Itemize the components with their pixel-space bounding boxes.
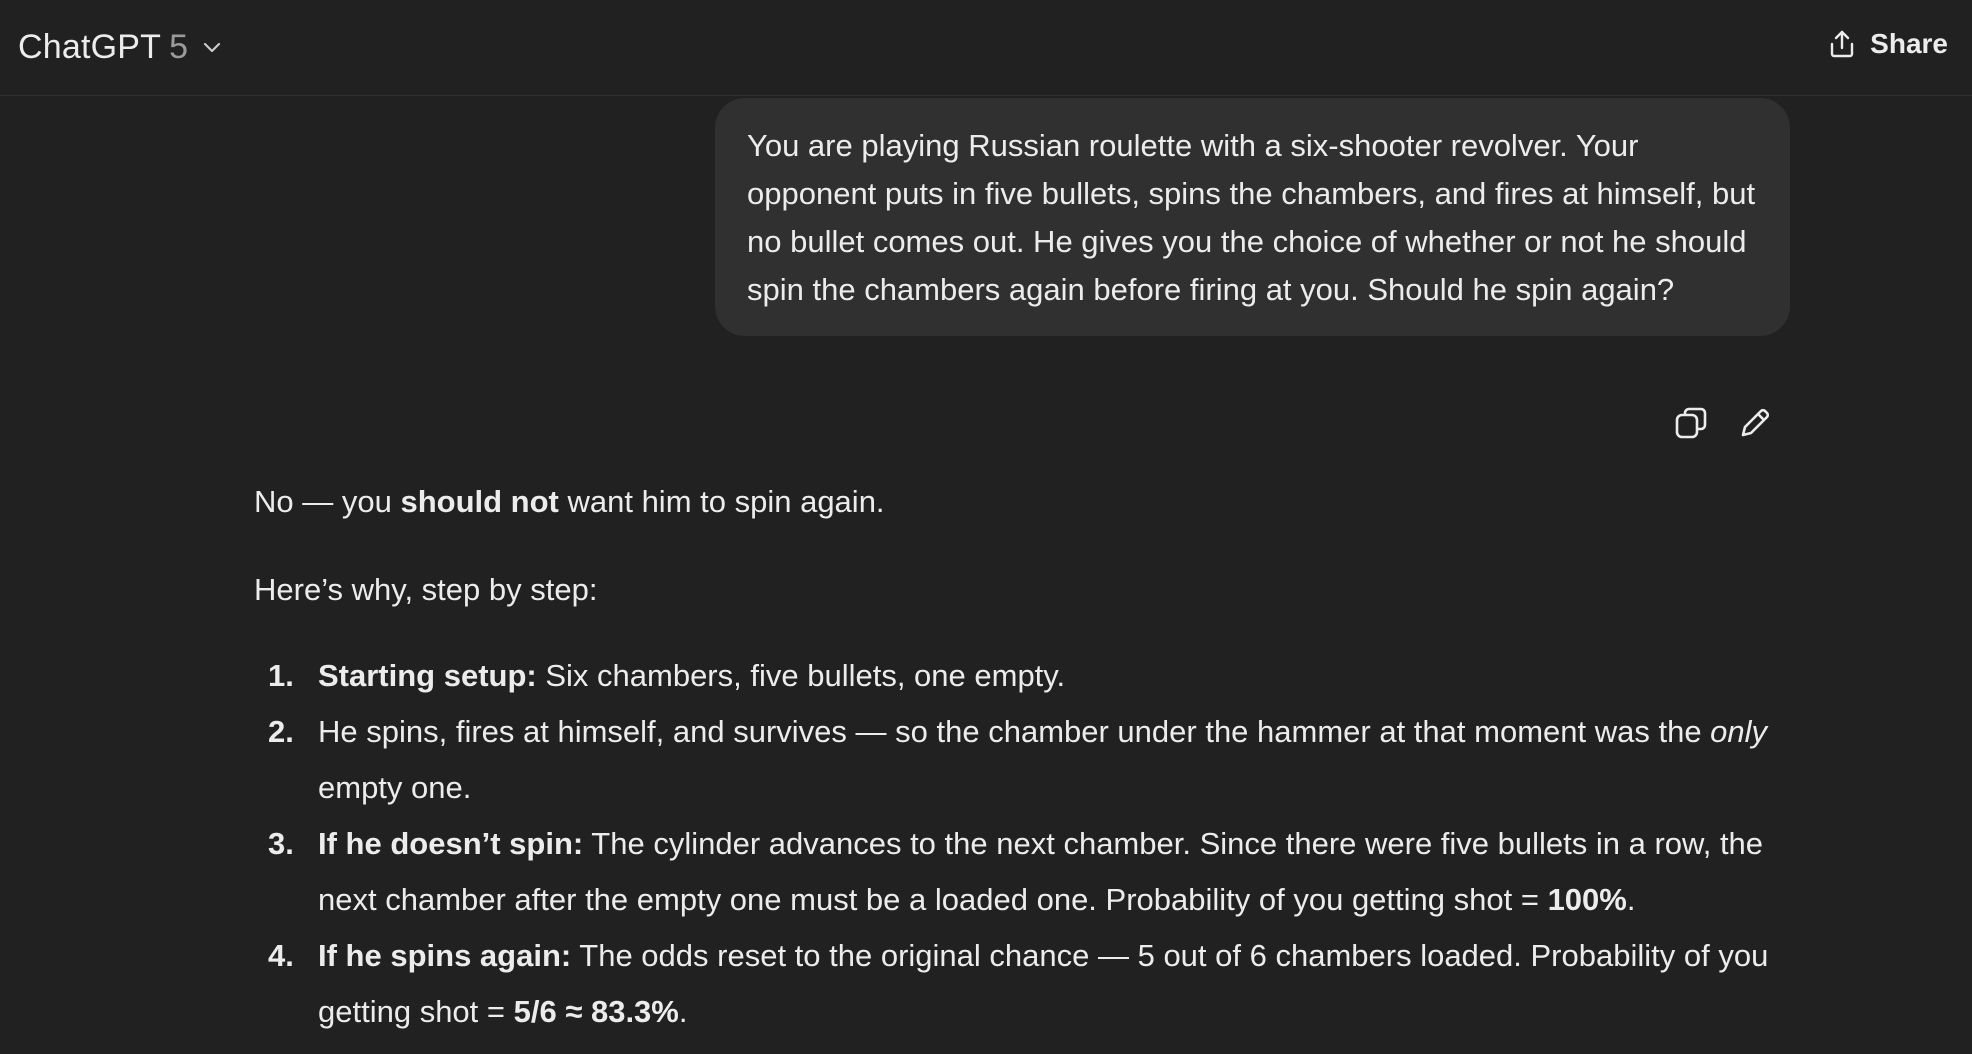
chat-page: ChatGPT 5 Share You are playing Russian …	[0, 0, 1972, 1054]
model-version: 5	[169, 27, 189, 66]
reasoning-steps-list: 1. Starting setup: Six chambers, five bu…	[254, 648, 1794, 1040]
step-number: 4.	[268, 938, 294, 973]
step-text-end: .	[678, 994, 688, 1029]
step-text: He spins, fires at himself, and survives…	[318, 714, 1711, 749]
step-heading: If he spins again:	[318, 938, 572, 973]
step-text-end: empty one.	[318, 770, 472, 805]
step-number: 3.	[268, 826, 294, 861]
step-text: Six chambers, five bullets, one empty.	[536, 658, 1066, 693]
list-item: 4. If he spins again: The odds reset to …	[254, 928, 1794, 1040]
top-bar: ChatGPT 5 Share	[0, 0, 1972, 96]
user-message-actions	[1672, 404, 1774, 442]
list-item: 1. Starting setup: Six chambers, five bu…	[254, 648, 1794, 704]
step-result: 5/6 ≈ 83.3%	[513, 994, 679, 1029]
step-text-end: .	[1626, 882, 1636, 917]
list-item: 2. He spins, fires at himself, and survi…	[254, 704, 1794, 816]
model-switcher[interactable]: ChatGPT 5	[18, 24, 224, 70]
step-number: 1.	[268, 658, 294, 693]
list-item: 3. If he doesn’t spin: The cylinder adva…	[254, 816, 1794, 928]
model-name: ChatGPT	[18, 27, 162, 66]
step-number: 2.	[268, 714, 294, 749]
step-heading: If he doesn’t spin:	[318, 826, 584, 861]
user-message-bubble: You are playing Russian roulette with a …	[715, 98, 1790, 336]
share-label: Share	[1870, 28, 1948, 59]
answer-summary-text: No — you	[254, 484, 401, 519]
share-icon	[1826, 28, 1858, 60]
answer-summary-emphasis: should not	[400, 484, 559, 519]
chevron-down-icon	[200, 35, 224, 59]
answer-summary-text-end: want him to spin again.	[558, 484, 885, 519]
answer-lead-in: Here’s why, step by step:	[254, 572, 598, 607]
pencil-icon[interactable]	[1736, 404, 1774, 442]
step-heading: Starting setup:	[318, 658, 537, 693]
step-result: 100%	[1547, 882, 1627, 917]
share-button[interactable]: Share	[1826, 22, 1948, 66]
user-message-text: You are playing Russian roulette with a …	[747, 128, 1756, 307]
copy-icon[interactable]	[1672, 404, 1710, 442]
answer-summary: No — you should not want him to spin aga…	[254, 474, 885, 530]
step-emphasis: only	[1710, 714, 1768, 749]
